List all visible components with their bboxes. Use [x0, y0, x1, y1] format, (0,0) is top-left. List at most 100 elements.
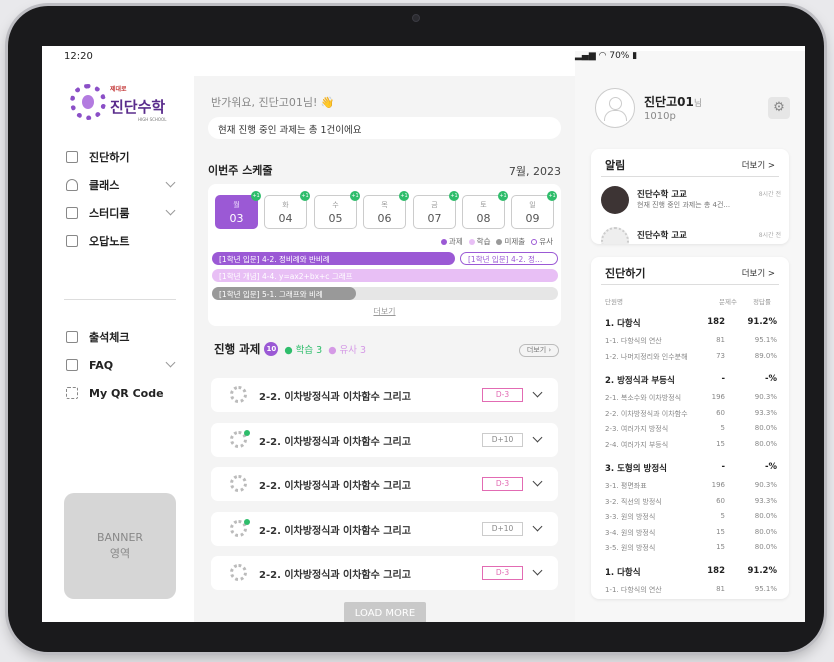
table-row[interactable]: 2-3. 여러가지 방정식 5 80.0%	[605, 424, 777, 438]
table-row[interactable]: 1-1. 다항식의 연산 81 95.1%	[605, 585, 777, 599]
task-row[interactable]: 2-2. 이차방정식과 이차함수 그리고 D+10	[211, 512, 558, 546]
correct-rate: 80.0%	[754, 543, 777, 551]
chevron-down-icon[interactable]	[532, 387, 543, 398]
schedule-bar[interactable]: [1학년 입문] 4-2. 정비례와 반비례	[212, 252, 455, 265]
unit-name: 3-1. 평면좌표	[605, 482, 647, 490]
logo[interactable]: 제대로 진단수학 HIGH SCHOOL	[70, 82, 170, 132]
chevron-down-icon[interactable]	[532, 521, 543, 532]
chevron-down-icon[interactable]	[532, 565, 543, 576]
schedule-bar[interactable]: [1학년 개념] 4-4. y=ax2+bx+c 그래프	[212, 269, 558, 282]
alert-title: 진단수학 고교	[637, 190, 687, 200]
table-row[interactable]: 2-1. 복소수와 이차방정식 196 90.3%	[605, 393, 777, 407]
tasks-more-button[interactable]: 더보기 ›	[519, 344, 559, 357]
day-cell[interactable]: 화 04 +1	[264, 191, 310, 229]
sidebar-item-label: FAQ	[89, 358, 114, 372]
task-row[interactable]: 2-2. 이차방정식과 이차함수 그리고 D-3	[211, 378, 558, 412]
table-row[interactable]: 3. 도형의 방정식 - -%	[605, 462, 777, 476]
task-label: 2-2. 이차방정식과 이차함수 그리고	[259, 392, 411, 403]
day-badge: +1	[547, 191, 557, 201]
table-row[interactable]: 1-2. 나머지정리와 인수분해 73 89.0%	[605, 352, 777, 366]
sidebar-item-class[interactable]: 클래스	[66, 176, 176, 194]
main-column: 반가워요, 진단고01님! 👋 현재 진행 중인 과제는 총 1건이에요 이번주…	[194, 76, 575, 622]
schedule-date[interactable]: 7월, 2023	[509, 163, 561, 179]
task-label: 2-2. 이차방정식과 이차함수 그리고	[259, 437, 411, 448]
alert-item[interactable]: 진단수학 고교 8시간 전	[601, 227, 781, 244]
task-dday-tag: D+10	[482, 522, 523, 536]
correct-rate: 80.0%	[754, 527, 777, 536]
chevron-down-icon[interactable]	[532, 476, 543, 487]
alerts-more-link[interactable]: 더보기 >	[742, 159, 775, 171]
task-row[interactable]: 2-2. 이차방정식과 이차함수 그리고 D+10	[211, 423, 558, 457]
day-of-week: 월	[233, 201, 240, 209]
schedule-card: 월 03 +1 화 04 +1 수 05 +1 목 06 +1 금 07 +1 …	[208, 184, 561, 326]
day-number: 08	[476, 212, 491, 225]
logo-gear-icon	[70, 84, 106, 120]
diagnose-title: 진단하기	[605, 267, 646, 280]
unit-name: 3-3. 원의 방정식	[605, 513, 656, 521]
day-badge: +1	[449, 191, 459, 201]
load-more-button[interactable]: LOAD MORE	[344, 602, 426, 622]
sidebar-item-attendance[interactable]: 출석체크	[66, 328, 174, 346]
diagnose-more-link[interactable]: 더보기 >	[742, 267, 775, 279]
table-row[interactable]: 1. 다항식 182 91.2%	[605, 566, 777, 580]
unit-name: 1. 다항식	[605, 567, 641, 578]
task-row[interactable]: 2-2. 이차방정식과 이차함수 그리고 D-3	[211, 556, 558, 590]
avatar[interactable]	[595, 88, 635, 128]
book-icon	[66, 207, 78, 219]
day-number: 04	[278, 212, 293, 225]
legend-similar: 유사	[531, 236, 553, 247]
task-row[interactable]: 2-2. 이차방정식과 이차함수 그리고 D-3	[211, 467, 558, 501]
table-row[interactable]: 1-1. 다항식의 연산 81 95.1%	[605, 336, 777, 350]
sidebar-item-wrong-note[interactable]: 오답노트	[66, 232, 174, 250]
unit-name: 3-2. 직선의 방정식	[605, 497, 662, 506]
pencil-icon	[66, 151, 78, 163]
chevron-down-icon[interactable]	[165, 357, 176, 368]
problem-count: -	[721, 374, 725, 384]
graduation-cap-icon	[66, 179, 78, 191]
gear-icon[interactable]: ⚙	[768, 97, 790, 119]
alert-item[interactable]: 진단수학 고교 현재 진행 중인 과제는 총 4건... 8시간 전	[601, 186, 781, 216]
sidebar-item-faq[interactable]: FAQ	[66, 356, 176, 374]
table-row[interactable]: 3-1. 평면좌표 196 90.3%	[605, 481, 777, 495]
schedule-bar[interactable]: [1학년 입문] 4-2. 정…	[460, 252, 558, 265]
problem-count: 196	[711, 481, 725, 489]
faq-icon	[66, 359, 78, 371]
table-row[interactable]: 2-4. 여러가지 부등식 15 80.0%	[605, 440, 777, 454]
alerts-title: 알림	[605, 159, 626, 172]
day-cell[interactable]: 토 08 +1	[462, 191, 508, 229]
table-row[interactable]: 3-3. 원의 방정식 5 80.0%	[605, 512, 777, 526]
task-new-dot	[244, 430, 250, 436]
task-gear-icon	[230, 564, 247, 581]
day-cell[interactable]: 월 03 +1	[215, 191, 261, 229]
day-cell[interactable]: 수 05 +1	[314, 191, 360, 229]
day-number: 07	[427, 212, 442, 225]
table-row[interactable]: 3-2. 직선의 방정식 60 93.3%	[605, 497, 777, 511]
problem-count: 196	[711, 393, 725, 401]
unit-name: 2-1. 복소수와 이차방정식	[605, 394, 682, 402]
table-row[interactable]: 2. 방정식과 부등식 - -%	[605, 374, 777, 388]
sidebar-divider	[64, 299, 176, 300]
problem-count: 5	[720, 424, 725, 432]
unit-name: 1-1. 다항식의 연산	[605, 337, 662, 345]
day-cell[interactable]: 일 09 +1	[511, 191, 557, 229]
chevron-down-icon[interactable]	[165, 205, 176, 216]
chevron-down-icon[interactable]	[532, 432, 543, 443]
banner[interactable]: BANNER 영역	[64, 493, 176, 599]
banner-line1: BANNER	[96, 531, 144, 544]
schedule-bar[interactable]: [1학년 입문] 5-1. 그래프와 비례	[212, 287, 356, 300]
sidebar-item-qr[interactable]: My QR Code	[66, 384, 174, 402]
table-row[interactable]: 2-2. 이차방정식과 이차함수 60 93.3%	[605, 409, 777, 423]
unit-name: 2. 방정식과 부등식	[605, 376, 675, 386]
table-row[interactable]: 3-4. 원의 방정식 15 80.0%	[605, 528, 777, 542]
day-cell[interactable]: 목 06 +1	[363, 191, 409, 229]
alerts-card: 알림 더보기 > 진단수학 고교 현재 진행 중인 과제는 총 4건... 8시…	[591, 149, 789, 244]
sidebar-item-studyroom[interactable]: 스터디룸	[66, 204, 176, 222]
chevron-down-icon[interactable]	[165, 177, 176, 188]
table-row[interactable]: 1. 다항식 182 91.2%	[605, 317, 777, 331]
day-cell[interactable]: 금 07 +1	[413, 191, 459, 229]
sidebar-item-diagnose[interactable]: 진단하기	[66, 148, 174, 166]
table-row[interactable]: 3-5. 원의 방정식 15 80.0%	[605, 543, 777, 557]
schedule-more-link[interactable]: 더보기	[208, 306, 561, 317]
user-points: 1010p	[644, 111, 676, 122]
unit-name: 3. 도형의 방정식	[605, 464, 667, 474]
